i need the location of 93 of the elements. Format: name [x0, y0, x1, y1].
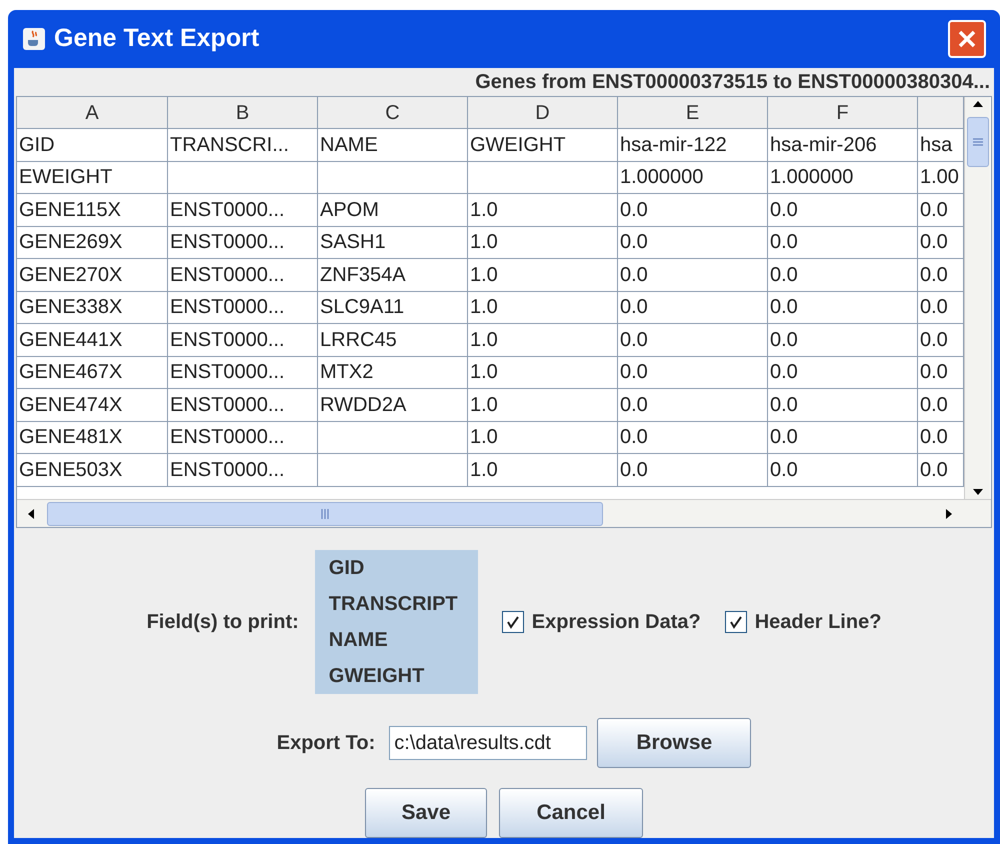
column-header[interactable]: D	[468, 97, 618, 129]
table-cell: 0.0	[618, 454, 768, 486]
table-cell: 0.0	[768, 292, 918, 324]
table-cell: 0.0	[768, 226, 918, 259]
grip-icon	[320, 508, 330, 520]
dialog-button[interactable]: Save	[365, 788, 487, 838]
dialog-button[interactable]: Cancel	[499, 788, 643, 838]
table-cell: GENE503X	[17, 454, 168, 486]
table-cell: GENE338X	[17, 292, 168, 324]
list-item[interactable]: GID	[314, 550, 478, 586]
table-cell: 1.0	[468, 324, 618, 356]
table-cell: 0.0	[768, 194, 918, 226]
table-cell: 0.0	[618, 356, 768, 389]
checkbox[interactable]	[724, 611, 747, 633]
column-header[interactable]: C	[318, 97, 468, 129]
table-cell: GENE269X	[17, 226, 168, 259]
table-cell: GENE270X	[17, 259, 168, 292]
table-cell: 1.0	[468, 194, 618, 226]
table-cell: ZNF354A	[318, 259, 468, 292]
table-cell: 0.0	[618, 389, 768, 422]
table-cell: 0.0	[618, 259, 768, 292]
table-cell: APOM	[318, 194, 468, 226]
table-cell: EWEIGHT	[17, 162, 168, 194]
table-cell: 1.0	[468, 259, 618, 292]
checkbox[interactable]	[502, 611, 524, 633]
table-cell: ENST0000...	[168, 194, 318, 226]
table-cell: GENE467X	[17, 356, 168, 389]
table-cell: ENST0000...	[168, 422, 318, 454]
table-cell: ENST0000...	[168, 389, 318, 422]
table-cell: 0.0	[618, 194, 768, 226]
table-cell: ENST0000...	[168, 454, 318, 486]
table-cell: 0.0	[768, 454, 918, 486]
export-label: Export To:	[276, 731, 376, 756]
table-cell: 1.0	[468, 292, 618, 324]
table-cell: 0.0	[768, 356, 918, 389]
table-cell: ENST0000...	[168, 226, 318, 259]
table-cell: 1.0	[468, 356, 618, 389]
table-cell: NAME	[318, 129, 468, 162]
grip-icon	[972, 137, 984, 147]
check-icon	[728, 615, 743, 629]
export-path-field[interactable]: c:\data\results.cdt	[389, 726, 588, 760]
table-cell: 0.0	[768, 389, 918, 422]
table-cell: GENE115X	[17, 194, 168, 226]
check-icon	[506, 615, 520, 629]
table-cell: 0.0	[618, 422, 768, 454]
table-cell: GENE481X	[17, 422, 168, 454]
close-icon	[957, 29, 977, 49]
horizontal-scrollbar[interactable]	[17, 499, 991, 527]
table-cell: SLC9A11	[318, 292, 468, 324]
table-cell: MTX2	[318, 356, 468, 389]
table-cell: TRANSCRI...	[168, 129, 318, 162]
close-button[interactable]	[948, 20, 986, 58]
table-cell: GID	[17, 129, 168, 162]
browse-button[interactable]: Browse	[597, 718, 752, 768]
table-cell: SASH1	[318, 226, 468, 259]
column-header[interactable]: F	[768, 97, 918, 129]
table-cell: 1.000000	[768, 162, 918, 194]
table-cell: 1.000000	[618, 162, 768, 194]
window-title: Gene Text Export	[54, 23, 260, 54]
checkbox-option[interactable]: Expression Data?	[502, 607, 701, 637]
table-cell: 0.0	[618, 292, 768, 324]
table-cell: 1.0	[468, 422, 618, 454]
table-cell: 0.0	[768, 259, 918, 292]
table-cell: ENST0000...	[168, 324, 318, 356]
table-cell: GENE474X	[17, 389, 168, 422]
java-cup-icon	[22, 27, 46, 51]
fields-list[interactable]: GID TRANSCRIPT NAME GWEIGHT	[314, 542, 478, 702]
column-header[interactable]: E	[618, 97, 768, 129]
table-cell: 1.0	[468, 226, 618, 259]
range-caption: Genes from ENST00000373515 to ENST00000380304...	[475, 70, 990, 95]
table-cell: 1.0	[468, 389, 618, 422]
table-cell: 0.0	[768, 422, 918, 454]
checkbox-option[interactable]: Header Line?	[724, 607, 882, 637]
table-cell: LRRC45	[318, 324, 468, 356]
column-header[interactable]: A	[17, 97, 168, 129]
table-cell: hsa-mir-122	[618, 129, 768, 162]
table-cell: ENST0000...	[168, 259, 318, 292]
column-header[interactable]: B	[168, 97, 318, 129]
list-item[interactable]: NAME	[314, 622, 478, 658]
table-cell: ENST0000...	[168, 292, 318, 324]
list-item[interactable]: TRANSCRIPT	[314, 586, 478, 622]
table-cell: GWEIGHT	[468, 129, 618, 162]
table-cell: 0.0	[768, 324, 918, 356]
table-cell: 1.0	[468, 454, 618, 486]
vertical-scrollbar[interactable]	[964, 97, 990, 499]
table-cell: ENST0000...	[168, 356, 318, 389]
table-cell: 0.0	[618, 324, 768, 356]
table-cell: 0.0	[618, 226, 768, 259]
table-cell: GENE441X	[17, 324, 168, 356]
table-cell: hsa-mir-206	[768, 129, 918, 162]
table-cell: RWDD2A	[318, 389, 468, 422]
list-item[interactable]: GWEIGHT	[314, 658, 478, 694]
fields-label: Field(s) to print:	[146, 610, 299, 635]
